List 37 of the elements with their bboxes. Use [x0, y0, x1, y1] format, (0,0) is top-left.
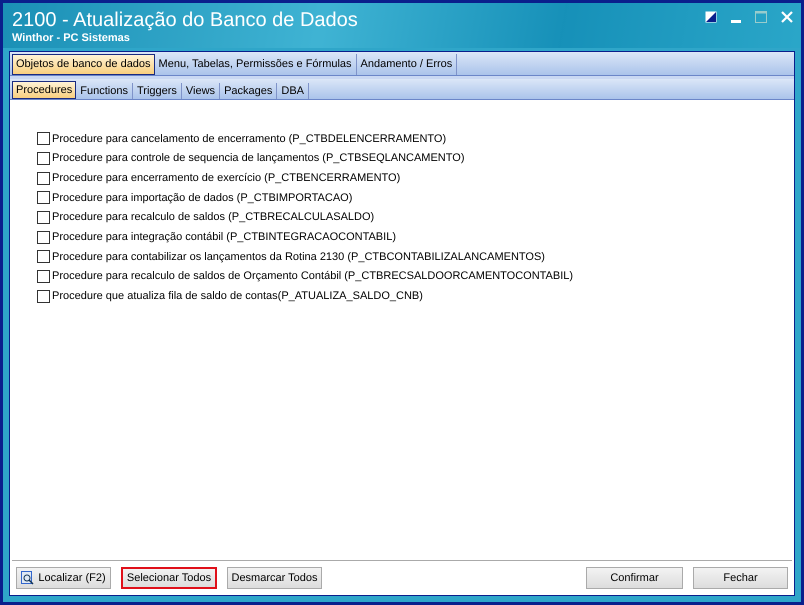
checkbox-label: Procedure para encerramento de exercício (P_CTBENCERRAMENTO) — [52, 170, 400, 186]
tab[interactable]: DBA — [277, 82, 309, 99]
checkbox[interactable] — [37, 152, 50, 166]
button[interactable]: Confirmar — [586, 567, 683, 589]
checkbox-label: Procedure para contabilizar os lançamentos da Rotina 2130 (P_CTBCONTABILIZALANCAMENTOS) — [52, 250, 545, 265]
window-subtitle: Winthor - PC Sistemas — [12, 32, 131, 45]
tab[interactable]: Andamento / Erros — [356, 54, 458, 75]
checkbox[interactable] — [37, 270, 50, 284]
tab[interactable]: Menu, Tabelas, Permissões e Fórmulas — [154, 54, 357, 75]
tab[interactable]: Packages — [220, 82, 278, 99]
checkbox-label: Procedure para cancelamento de encerramento (P_CTBDELENCERRAMENTO) — [52, 132, 446, 147]
checkbox-label: Procedure para integração contábil (P_CTBINTEGRACAOCONTABIL) — [52, 230, 396, 246]
tab[interactable]: Views — [182, 82, 220, 99]
checkbox[interactable] — [37, 250, 50, 264]
checkbox[interactable] — [37, 191, 50, 204]
button[interactable]: Fechar — [693, 567, 788, 589]
checkbox[interactable] — [37, 211, 50, 224]
tab[interactable]: Procedures — [12, 80, 76, 99]
tab[interactable]: Objetos de banco de dados — [12, 54, 155, 75]
checkbox-label: Procedure que atualiza fila de saldo de contas(P_ATUALIZA_SALDO_CNB) — [52, 289, 423, 304]
button[interactable]: Selecionar Todos — [121, 567, 217, 589]
button[interactable]: Desmarcar Todos — [227, 567, 322, 589]
checkbox[interactable] — [37, 230, 50, 244]
checkbox-label: Procedure para recalculo de saldos (P_CTBRECALCULASALDO) — [52, 210, 374, 226]
close-icon[interactable] — [781, 11, 793, 23]
checkbox-label: Procedure para recalculo de saldos de Orçamento Contábil (P_CTBRECSALDOORCAMENTOCONTABIL) — [52, 269, 574, 284]
checkbox[interactable] — [37, 172, 50, 185]
search-button[interactable]: Localizar (F2) — [16, 567, 111, 589]
checkbox-label: Procedure para importação de dados (P_CTBIMPORTACAO) — [52, 190, 352, 206]
checkbox[interactable] — [37, 290, 50, 303]
search-icon — [21, 571, 34, 585]
window-title: 2100 - Atualização do Banco de Dados — [12, 8, 358, 32]
restore-icon[interactable] — [705, 11, 717, 23]
tab[interactable]: Triggers — [132, 82, 182, 99]
checkbox-label: Procedure para controle de sequencia de lançamentos (P_CTBSEQLANCAMENTO) — [52, 151, 464, 166]
checkbox[interactable] — [37, 132, 50, 146]
tab[interactable]: Functions — [76, 82, 133, 99]
